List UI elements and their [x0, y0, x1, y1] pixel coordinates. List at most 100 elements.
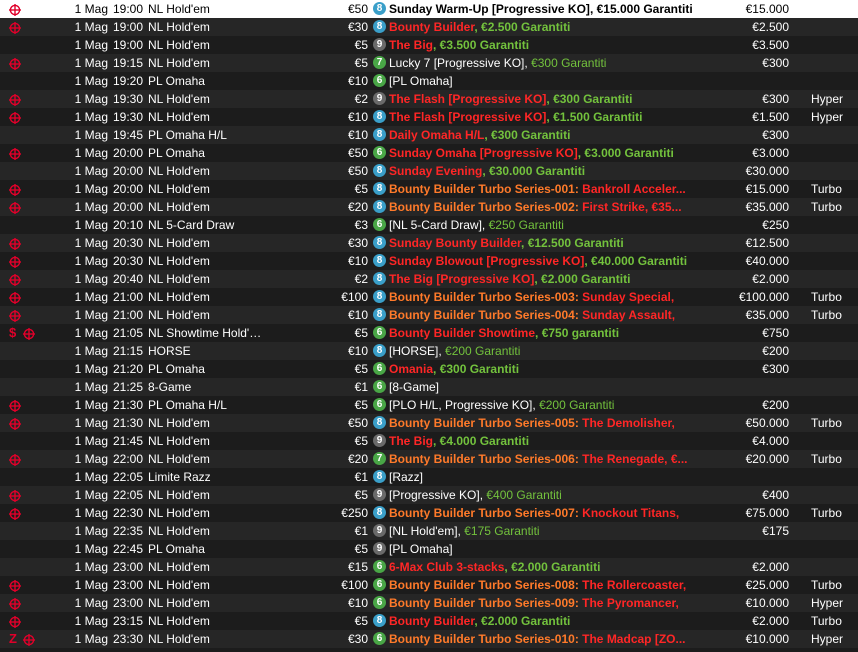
- tournament-name-cell: 9 The Big, €4.000 Garantiti: [373, 432, 703, 450]
- guarantee-text: €400 Garantiti: [486, 488, 562, 502]
- buy-in: €10: [347, 128, 368, 142]
- tournament-row[interactable]: 1 Mag 19:30 NL Hold'em €10 8 The Flash [Progr…: [0, 108, 858, 126]
- row-icons: [4, 594, 40, 612]
- speed-label: Turbo: [811, 308, 842, 322]
- tournament-row[interactable]: 1 Mag 19:20 PL Omaha €10 6 [PL Omaha]: [0, 72, 858, 90]
- tournament-row[interactable]: 1 Mag 22:30 NL Hold'em €250 8 Bounty Builder …: [0, 504, 858, 522]
- guaranteed-prize: €300: [762, 128, 789, 142]
- tournament-row[interactable]: 1 Mag 21:25 8-Game €1 6 [8-Game]: [0, 378, 858, 396]
- guaranteed-prize: €250: [762, 218, 789, 232]
- tournament-row[interactable]: 1 Mag 22:35 NL Hold'em €1 9 [NL Hold'em], €17…: [0, 522, 858, 540]
- tournament-name: Bounty Builder Turbo Series-001:: [389, 182, 579, 196]
- guaranteed-prize: €100.000: [738, 290, 789, 304]
- tournament-row[interactable]: 1 Mag 21:20 PL Omaha €5 6 Omania, €300 Garant…: [0, 360, 858, 378]
- buy-in: €5: [354, 614, 368, 628]
- guaranteed-prize: €400: [762, 488, 789, 502]
- crosshair-target-icon: [9, 111, 21, 126]
- start-time: 22:05: [113, 470, 143, 484]
- tournament-row[interactable]: 1 Mag 21:45 NL Hold'em €5 9 The Big, €4.000 G…: [0, 432, 858, 450]
- game-type: NL Hold'em: [148, 596, 210, 610]
- game-type: NL 5-Card Draw: [148, 218, 235, 232]
- tournament-row[interactable]: 1 Mag 23:00 NL Hold'em €15 6 6-Max Club 3-sta…: [0, 558, 858, 576]
- row-icons: [4, 108, 40, 126]
- tournament-name-suffix: The Rollercoaster,: [578, 578, 687, 592]
- crosshair-target-icon: [9, 417, 21, 432]
- start-date: 1 Mag: [74, 308, 108, 322]
- tournament-name-cell: 8 Sunday Blowout [Progressive KO], €40.00…: [373, 252, 703, 270]
- speed-label: [811, 324, 858, 342]
- start-date: 1 Mag: [74, 326, 108, 340]
- tournament-row[interactable]: 1 Mag 19:00 NL Hold'em €50 8 Sunday Warm-Up […: [0, 0, 858, 18]
- tournament-row[interactable]: 1 Mag 21:00 NL Hold'em €100 8 Bounty Builder …: [0, 288, 858, 306]
- tournament-row[interactable]: 1 Mag 23:00 NL Hold'em €100 6 Bounty Builder …: [0, 576, 858, 594]
- tournament-row[interactable]: 1 Mag 19:00 NL Hold'em €5 9 The Big, €3.500 G…: [0, 36, 858, 54]
- tournament-row[interactable]: 1 Mag 20:30 NL Hold'em €10 8 Sunday Blowout […: [0, 252, 858, 270]
- tournament-row[interactable]: 1 Mag 20:00 NL Hold'em €5 8 Bounty Builder Tu…: [0, 180, 858, 198]
- tournament-row[interactable]: 1 Mag 19:45 PL Omaha H/L €10 8 Daily Omaha H/…: [0, 126, 858, 144]
- buy-in: €10: [347, 344, 368, 358]
- tournament-row[interactable]: 1 Mag 21:15 HORSE €10 8 [HORSE], €200 Garanti…: [0, 342, 858, 360]
- tournament-name-cell: 8 Bounty Builder, €2.000 Garantiti: [373, 612, 703, 630]
- tournament-name: Lucky 7 [Progressive KO]: [389, 56, 525, 70]
- tournament-row[interactable]: 1 Mag 21:30 NL Hold'em €50 8 Bounty Builder T…: [0, 414, 858, 432]
- start-time: 21:05: [113, 326, 143, 340]
- row-icons: [4, 54, 40, 72]
- game-type: NL Hold'em: [148, 272, 210, 286]
- table-size-badge: 6: [373, 362, 386, 376]
- tournament-row[interactable]: 1 Mag 21:00 NL Hold'em €10 8 Bounty Builder T…: [0, 306, 858, 324]
- tournament-row[interactable]: 1 Mag 19:00 NL Hold'em €30 8 Bounty Builder, …: [0, 18, 858, 36]
- tournament-name-cell: 9 [PL Omaha]: [373, 540, 703, 558]
- tournament-row[interactable]: 1 Mag 23:15 NL Hold'em €5 8 Bounty Builder, €…: [0, 612, 858, 630]
- guarantee-text: €2.000 Garantiti: [481, 614, 571, 628]
- start-time: 19:30: [113, 92, 143, 106]
- tournament-name-suffix: The Demolisher,: [578, 416, 675, 430]
- tournament-row[interactable]: 1 Mag 19:30 NL Hold'em €2 9 The Flash [Progre…: [0, 90, 858, 108]
- tournament-name: [8-Game]: [389, 380, 440, 394]
- tournament-row[interactable]: 1 Mag 20:00 NL Hold'em €20 8 Bounty Builder T…: [0, 198, 858, 216]
- buy-in: €15: [347, 560, 368, 574]
- table-size-badge: 8: [373, 272, 386, 286]
- tournament-row[interactable]: 1 Mag 23:00 NL Hold'em €10 6 Bounty Builder T…: [0, 594, 858, 612]
- game-type: NL Hold'em: [148, 254, 210, 268]
- start-time: 19:45: [113, 128, 143, 142]
- guarantee-text: €1.500 Garantiti: [553, 110, 643, 124]
- start-date: 1 Mag: [74, 470, 108, 484]
- tournament-row[interactable]: 1 Mag 20:00 PL Omaha €50 6 Sunday Omaha [Prog…: [0, 144, 858, 162]
- table-size-badge: 8: [373, 236, 386, 250]
- crosshair-target-icon: [9, 597, 21, 612]
- name-separator: ,: [474, 20, 482, 34]
- tournament-row[interactable]: 1 Mag 22:45 PL Omaha €5 9 [PL Omaha]: [0, 540, 858, 558]
- tournament-row[interactable]: 1 Mag 22:05 Limite Razz €1 8 [Razz]: [0, 468, 858, 486]
- guaranteed-prize: €10.000: [745, 596, 789, 610]
- tournament-name-cell: 9 The Big, €3.500 Garantiti: [373, 36, 703, 54]
- guaranteed-prize: €200: [762, 398, 789, 412]
- tournament-row[interactable]: 1 Mag 22:05 NL Hold'em €5 9 [Progressive KO],…: [0, 486, 858, 504]
- tournament-row[interactable]: $1 Mag 21:05 NL Showtime Hold'… €5 6 Bounty B…: [0, 324, 858, 342]
- start-time: 23:15: [113, 614, 143, 628]
- tournament-row[interactable]: 1 Mag 20:30 NL Hold'em €30 8 Sunday Bounty Bu…: [0, 234, 858, 252]
- tournament-row[interactable]: 1 Mag 22:00 NL Hold'em €20 7 Bounty Builder T…: [0, 450, 858, 468]
- row-icons: [4, 558, 40, 576]
- row-icons: [4, 288, 40, 306]
- tournament-row[interactable]: 1 Mag 21:30 PL Omaha H/L €5 6 [PLO H/L, Progr…: [0, 396, 858, 414]
- tournament-name-cell: 8 Sunday Warm-Up [Progressive KO], €15.00…: [373, 0, 703, 18]
- tournament-name: [Razz]: [389, 470, 424, 484]
- game-type: NL Hold'em: [148, 2, 210, 16]
- tournament-row[interactable]: 1 Mag 20:40 NL Hold'em €2 8 The Big [Progress…: [0, 270, 858, 288]
- tournament-row[interactable]: 1 Mag 20:00 NL Hold'em €50 8 Sunday Evening, …: [0, 162, 858, 180]
- tournament-name: [NL 5-Card Draw]: [389, 218, 482, 232]
- speed-label: [811, 468, 858, 486]
- crosshair-target-icon: [9, 237, 21, 252]
- start-date: 1 Mag: [74, 56, 108, 70]
- tournament-row[interactable]: 1 Mag 20:10 NL 5-Card Draw €3 6 [NL 5-Card Dr…: [0, 216, 858, 234]
- buy-in: €5: [354, 326, 368, 340]
- guaranteed-prize: [700, 468, 789, 486]
- crosshair-target-icon: [23, 633, 35, 648]
- game-type: 8-Game: [148, 380, 192, 394]
- tournament-row[interactable]: Z 1 Mag 23:30 NL Hold'em €30 6 Bounty Builder …: [0, 630, 858, 648]
- crosshair-target-icon: [9, 579, 21, 594]
- start-date: 1 Mag: [74, 452, 108, 466]
- buy-in: €30: [347, 20, 368, 34]
- tournament-row[interactable]: 1 Mag 19:15 NL Hold'em €5 7 Lucky 7 [Progress…: [0, 54, 858, 72]
- speed-label: Turbo: [811, 578, 842, 592]
